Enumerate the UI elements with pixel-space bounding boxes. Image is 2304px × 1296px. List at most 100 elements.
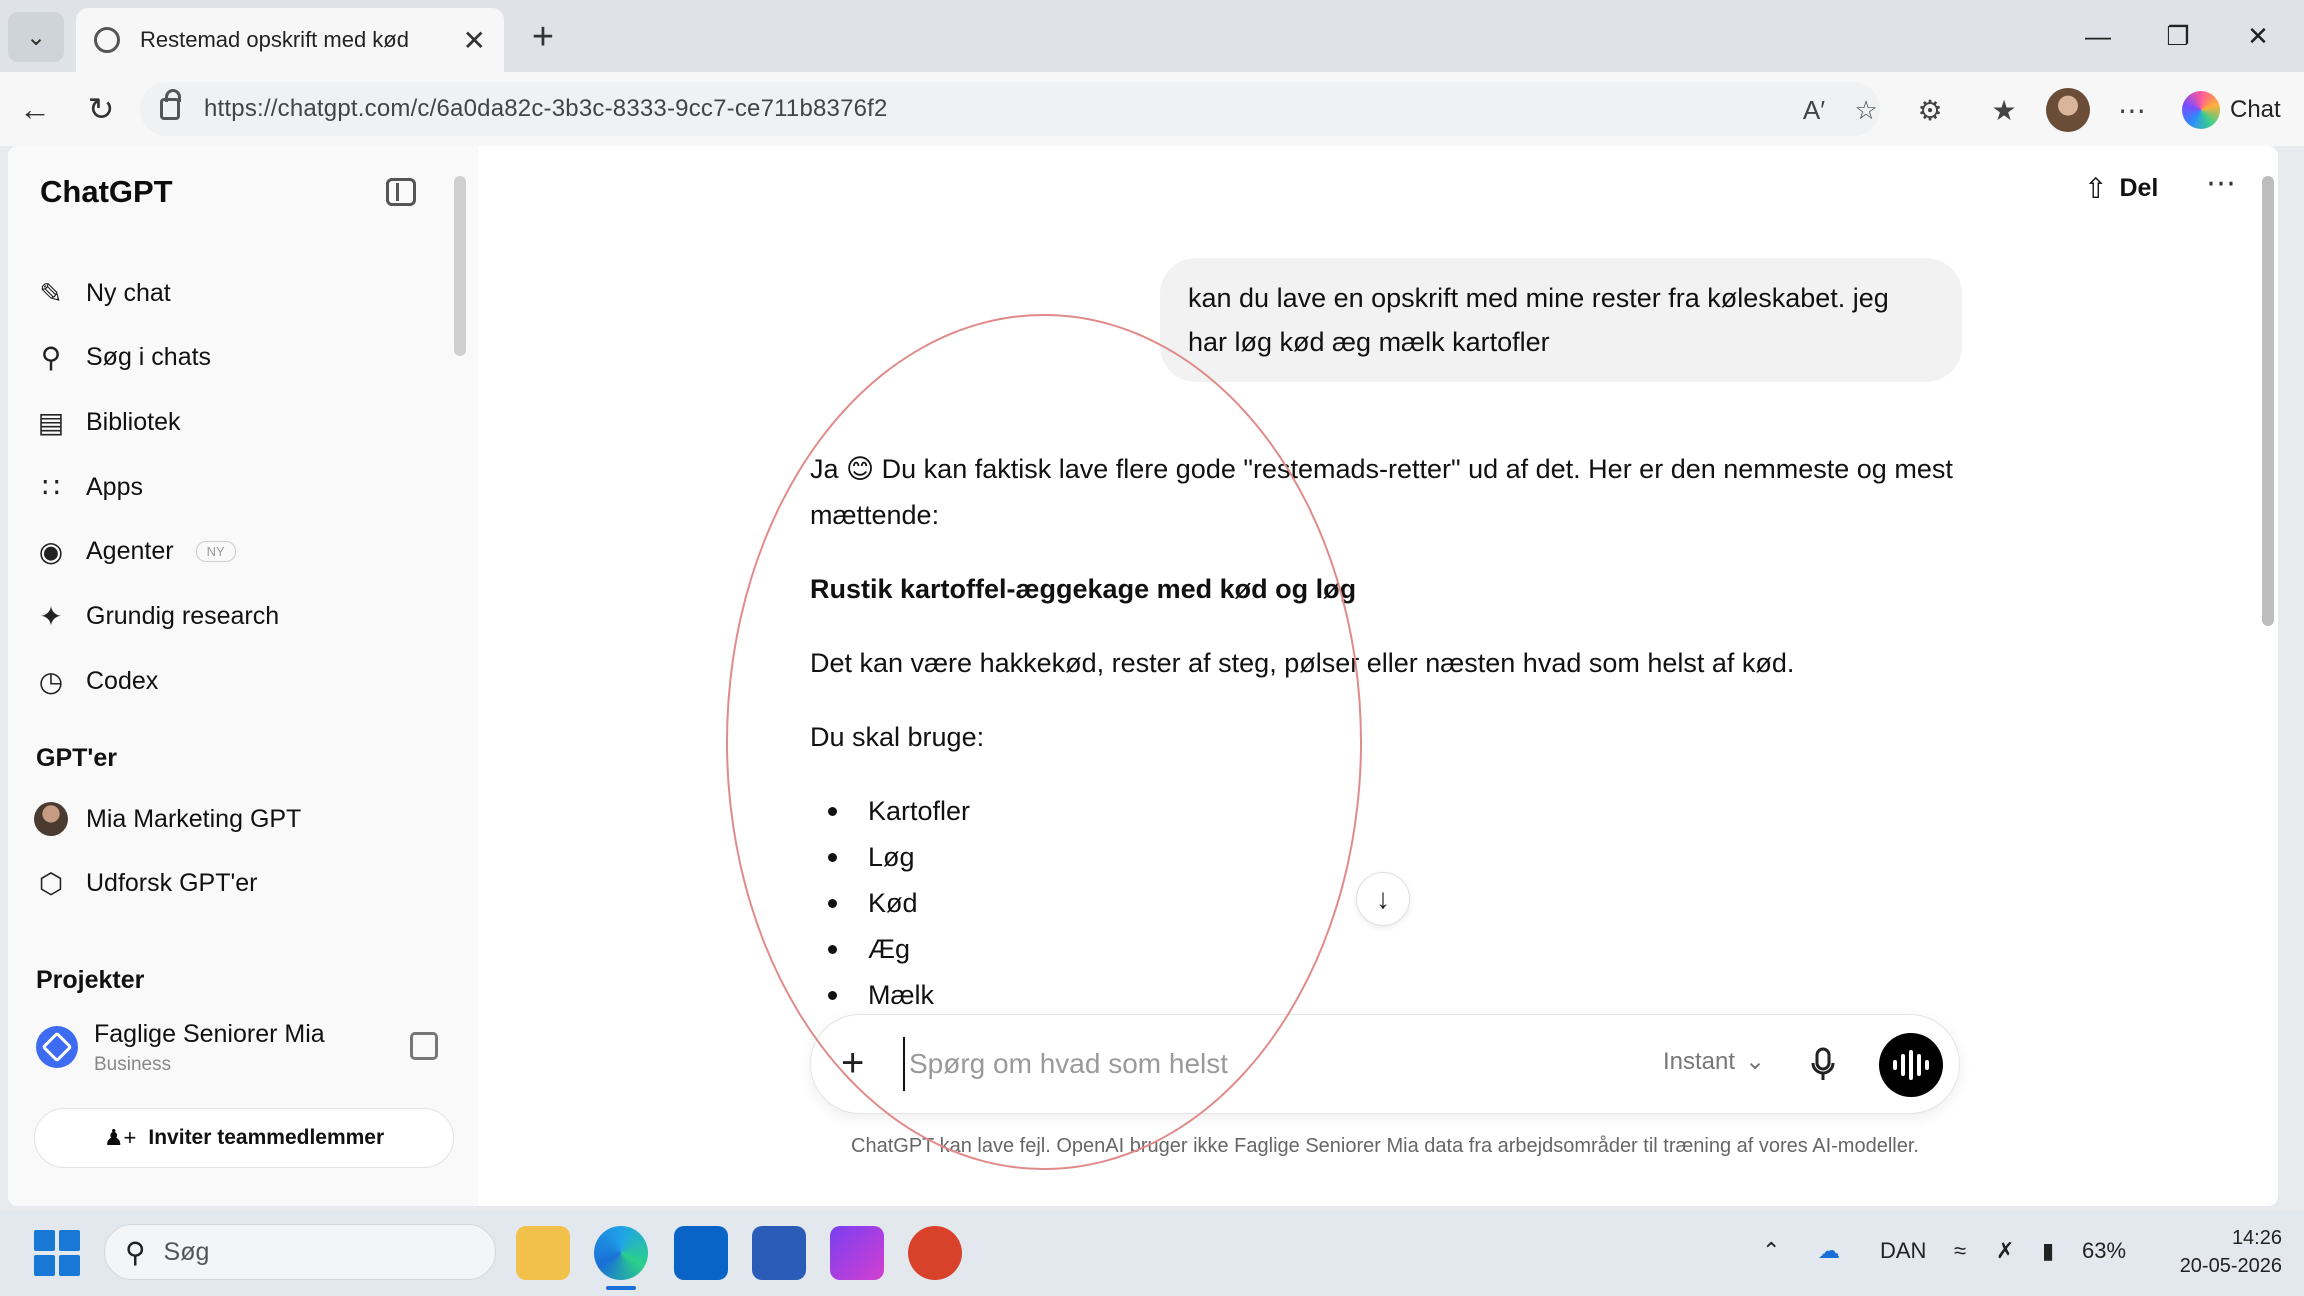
sidebar-toggle-icon[interactable] [386, 178, 416, 206]
sidebar-item-label: Ny chat [86, 278, 171, 307]
project-settings-icon[interactable] [410, 1032, 438, 1060]
sidebar-item-label: Udforsk GPT'er [86, 868, 258, 897]
gpts-heading: GPT'er [36, 744, 117, 772]
sidebar-item-label: Mia Marketing GPT [86, 804, 302, 833]
restore-button[interactable]: ❐ [2138, 12, 2218, 60]
taskbar: ⚲ Søg ⌃ ☁ DAN ≈ ✗ ▮ 63% 14:26 20-05-2026 [0, 1210, 2304, 1296]
windows-start-icon[interactable] [34, 1230, 80, 1276]
chevron-down-icon: ⌄ [25, 23, 47, 51]
taskbar-search[interactable]: ⚲ Søg [104, 1224, 496, 1280]
close-icon[interactable]: ✕ [463, 24, 486, 57]
wifi-icon[interactable]: ≈ [1954, 1238, 1966, 1264]
sidebar-scrollbar[interactable] [454, 176, 466, 356]
list-item: Kartofler [810, 788, 1970, 834]
sidebar-item-codex[interactable]: ◷ Codex [34, 656, 454, 706]
sidebar-item-mia-marketing-gpt[interactable]: Mia Marketing GPT [34, 794, 454, 844]
sidebar-item-apps[interactable]: ∷ Apps [34, 462, 454, 512]
chat-main: ⇧ Del ⋯ kan du lave en opskrift med mine… [478, 146, 2278, 1206]
composer: + Instant ⌄ [810, 1014, 1960, 1114]
battery-percentage: 63% [2082, 1238, 2127, 1263]
search-icon: ⚲ [125, 1236, 146, 1268]
tab-list-button[interactable]: ⌄ [8, 12, 64, 62]
sidebar-item-new-chat[interactable]: ✎ Ny chat [34, 268, 454, 318]
sidebar-item-label: Agenter [86, 536, 174, 565]
powerpoint-icon[interactable] [908, 1226, 962, 1280]
main-scrollbar[interactable] [2262, 176, 2274, 626]
language-indicator[interactable]: DAN [1880, 1238, 1926, 1264]
read-aloud-icon[interactable]: A′ [1794, 90, 1834, 130]
file-explorer-icon[interactable] [516, 1226, 570, 1280]
prompt-input[interactable] [903, 1037, 1603, 1091]
share-label: Del [2119, 173, 2159, 202]
word-icon[interactable] [752, 1226, 806, 1280]
assistant-message: Ja 😊 Du kan faktisk lave flere gode "res… [810, 446, 1970, 1018]
scroll-to-bottom-button[interactable]: ↓ [1356, 872, 1410, 926]
lock-icon [160, 89, 181, 120]
codex-icon: ◷ [38, 665, 64, 697]
onedrive-icon[interactable]: ☁ [1818, 1238, 1840, 1264]
ingredients-heading: Du skal bruge: [810, 722, 985, 752]
answer-intro: Ja 😊 Du kan faktisk lave flere gode "res… [810, 454, 1953, 530]
robot-icon: ◉ [38, 535, 64, 567]
invite-members-button[interactable]: ♟+ Inviter teammedlemmer [34, 1108, 454, 1168]
tray-chevron-up-icon[interactable]: ⌃ [1762, 1238, 1780, 1264]
sidebar-item-deep-research[interactable]: ✦ Grundig research [34, 591, 454, 641]
model-selector[interactable]: Instant ⌄ [1663, 1047, 1765, 1076]
new-badge: NY [195, 540, 236, 562]
edit-icon: ✎ [39, 277, 63, 309]
edge-browser-icon[interactable] [594, 1226, 648, 1280]
telescope-icon: ✦ [39, 600, 63, 632]
back-button[interactable]: ← [10, 86, 60, 132]
tab-title: Restemad opskrift med kød [140, 27, 409, 52]
sidebar-item-search-chats[interactable]: ⚲ Søg i chats [34, 332, 454, 382]
microphone-button[interactable] [1801, 1041, 1845, 1089]
model-label: Instant [1663, 1047, 1736, 1075]
chatgpt-app: ChatGPT ✎ Ny chat ⚲ Søg i chats ▤ Biblio… [8, 146, 2278, 1206]
browser-tab[interactable]: Restemad opskrift med kød ✕ [76, 8, 504, 72]
add-people-icon: ♟+ [103, 1125, 137, 1150]
sidebar-item-library[interactable]: ▤ Bibliotek [34, 397, 454, 447]
user-message: kan du lave en opskrift med mine rester … [1160, 258, 1962, 382]
project-icon [36, 1026, 78, 1068]
clipchamp-icon[interactable] [830, 1226, 884, 1280]
battery-icon[interactable]: ▮ [2042, 1238, 2054, 1264]
profile-avatar[interactable] [2046, 88, 2090, 132]
share-button[interactable]: ⇧ Del [2084, 166, 2158, 210]
conversation-options-icon[interactable]: ⋯ [2206, 166, 2238, 201]
sidebar-item-label: Grundig research [86, 601, 280, 630]
share-icon: ⇧ [2084, 172, 2108, 204]
meat-note: Det kan være hakkekød, rester af steg, p… [810, 648, 1795, 678]
copilot-label: Chat [2230, 96, 2281, 123]
favorites-icon[interactable]: ★ [1982, 88, 2026, 132]
cube-icon: ⬡ [38, 867, 64, 899]
favorite-star-icon[interactable]: ☆ [1846, 90, 1886, 130]
extensions-icon[interactable]: ⚙ [1908, 88, 1952, 132]
sidebar-item-explore-gpts[interactable]: ⬡ Udforsk GPT'er [34, 858, 454, 908]
microphone-icon [1811, 1047, 1835, 1080]
sidebar-item-label: Bibliotek [86, 407, 181, 436]
sidebar-item-label: Apps [86, 472, 143, 501]
reload-button[interactable]: ↻ [76, 86, 126, 132]
url-bar[interactable]: https://chatgpt.com/c/6a0da82c-3b3c-8333… [140, 82, 1880, 136]
voice-mode-button[interactable] [1879, 1033, 1943, 1097]
brand-title[interactable]: ChatGPT [40, 174, 173, 210]
minimize-button[interactable]: — [2058, 12, 2138, 60]
speaker-muted-icon[interactable]: ✗ [1996, 1238, 2014, 1264]
copilot-chat-button[interactable]: Chat [2176, 84, 2286, 136]
search-icon: ⚲ [40, 341, 62, 373]
clock-time: 14:26 [2231, 1227, 2282, 1249]
invite-label: Inviter teammedlemmer [148, 1126, 385, 1149]
system-clock[interactable]: 14:26 20-05-2026 [2152, 1224, 2282, 1280]
outlook-icon[interactable] [674, 1226, 728, 1280]
more-options-icon[interactable]: ⋯ [2110, 88, 2154, 132]
url-text: https://chatgpt.com/c/6a0da82c-3b3c-8333… [204, 95, 888, 122]
library-icon: ▤ [37, 406, 65, 438]
gpt-avatar [34, 802, 68, 836]
project-item[interactable]: Faglige Seniorer Mia Business [32, 1012, 452, 1084]
close-window-button[interactable]: ✕ [2218, 12, 2298, 60]
disclaimer: ChatGPT kan lave fejl. OpenAI bruger ikk… [851, 1135, 1919, 1157]
sidebar-item-agents[interactable]: ◉ Agenter NY [34, 526, 454, 576]
new-tab-button[interactable]: + [520, 14, 566, 60]
sidebar-item-label: Codex [86, 666, 159, 695]
plus-icon[interactable]: + [841, 1041, 864, 1085]
